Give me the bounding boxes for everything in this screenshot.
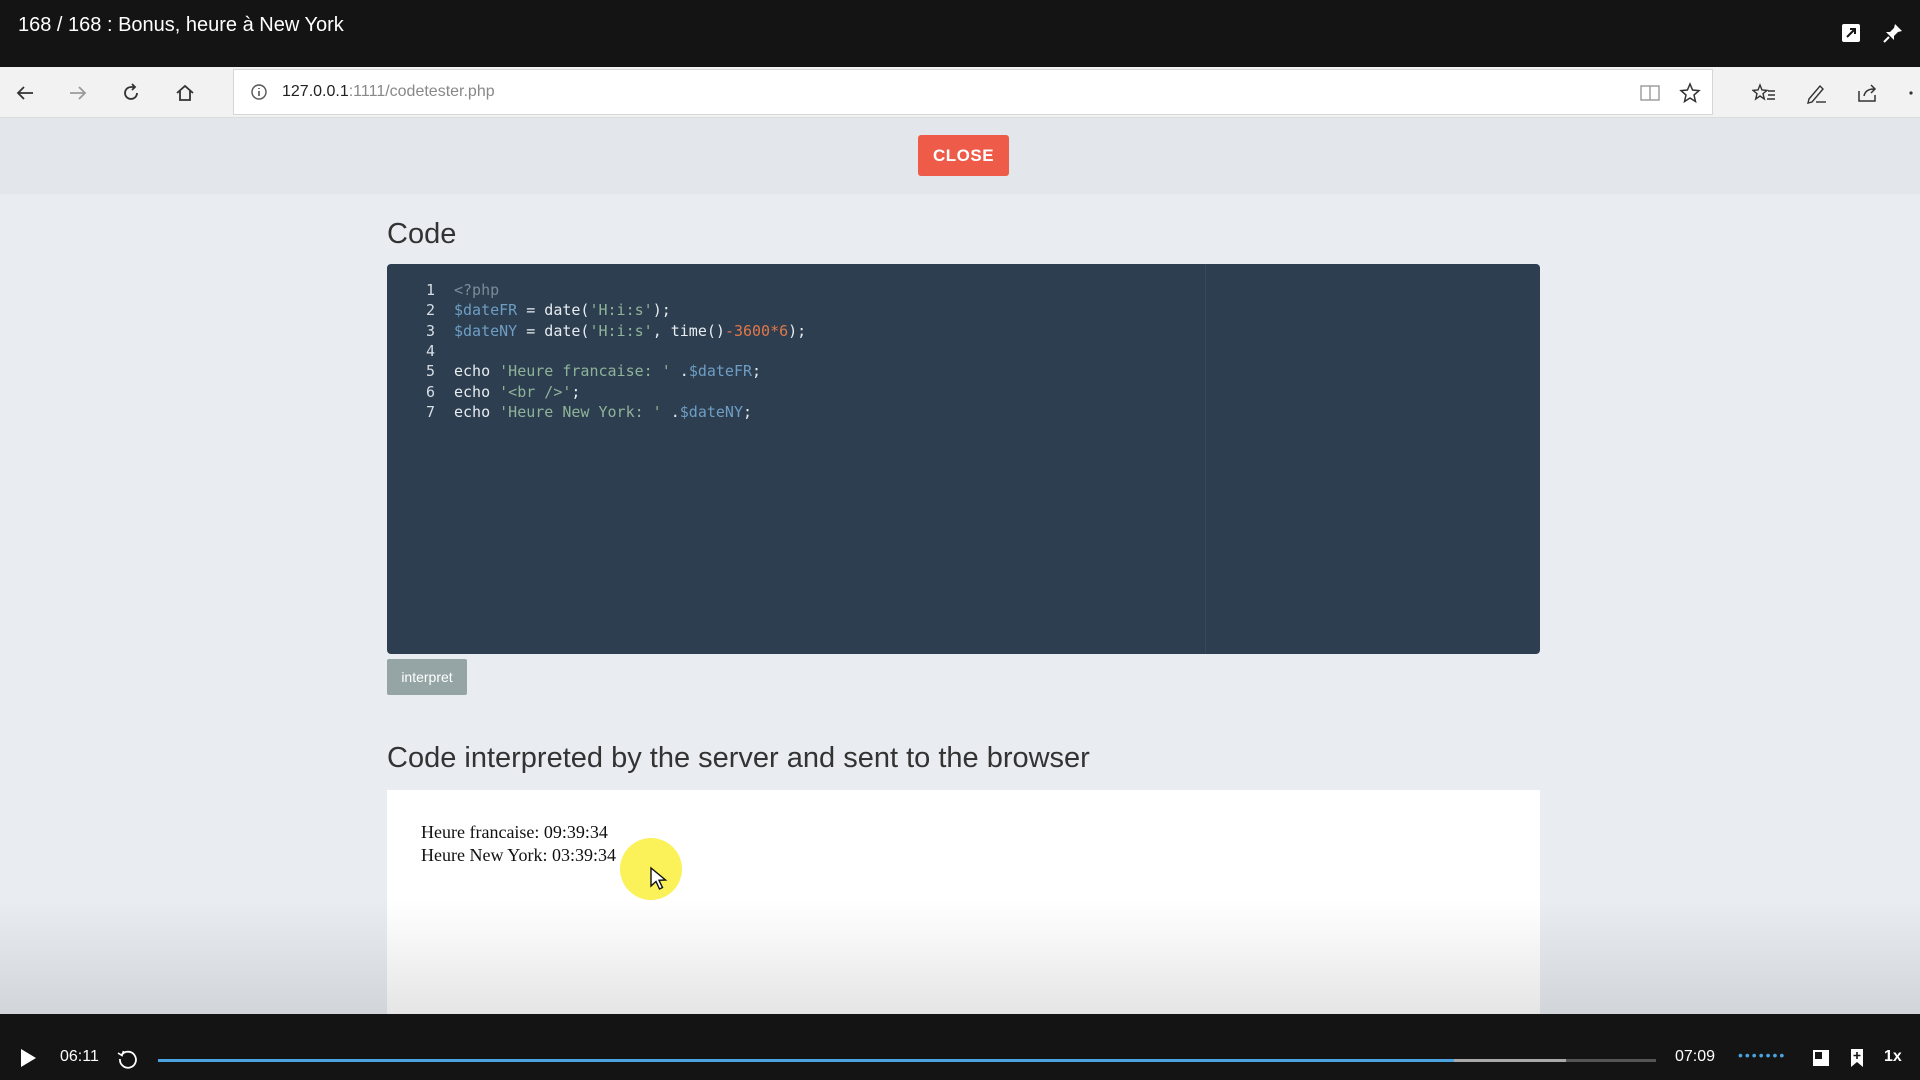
pen-icon[interactable]	[1802, 79, 1830, 107]
code-token: echo	[454, 402, 500, 421]
duration-time: 07:09	[1675, 1048, 1716, 1065]
code-token: 'Heure francaise: '	[499, 362, 671, 381]
code-line[interactable]: 5 echo 'Heure francaise: ' .$dateFR;	[387, 362, 1540, 382]
address-bar[interactable]: 127.0.0.1:1111/codetester.php	[233, 69, 1713, 115]
info-icon[interactable]	[250, 83, 268, 101]
code-token: $dateNY	[454, 321, 518, 340]
code-token: $dateFR	[454, 301, 518, 320]
line-number: 6	[425, 382, 435, 401]
progress-played	[158, 1059, 1454, 1062]
code-text: echo 'Heure New York: ' .$dateNY;	[454, 403, 752, 421]
popout-icon[interactable]	[1838, 20, 1864, 46]
pin-icon[interactable]	[1880, 20, 1906, 46]
favorites-hub-icon[interactable]	[1750, 79, 1778, 107]
code-line[interactable]: 3 $dateNY = date('H:i:s', time()-3600*6);	[387, 322, 1540, 342]
code-token: ;	[743, 402, 753, 421]
code-editor[interactable]: 1 <?php 2 $dateFR = date('H:i:s'); 3 $dateNY …	[387, 264, 1540, 654]
code-token: );	[788, 321, 807, 340]
code-token: ;	[752, 362, 762, 381]
share-icon[interactable]	[1854, 79, 1882, 107]
fullscreen-icon[interactable]	[1810, 1047, 1832, 1069]
code-text: <?php	[454, 281, 499, 299]
line-number: 3	[425, 321, 435, 340]
interpret-button[interactable]: interpret	[387, 659, 467, 695]
code-heading: Code	[387, 218, 457, 250]
code-token: = date(	[517, 321, 590, 340]
line-number: 2	[425, 301, 435, 320]
code-token: .	[670, 362, 689, 381]
code-text: echo '<br />';	[454, 383, 580, 401]
output-line-new-york-time: Heure New York: 03:39:34	[421, 845, 616, 865]
code-line[interactable]: 6 echo '<br />';	[387, 383, 1540, 403]
output-heading: Code interpreted by the server and sent …	[387, 742, 1090, 774]
bookmark-icon[interactable]	[1846, 1047, 1868, 1069]
code-text: $dateFR = date('H:i:s');	[454, 301, 671, 319]
code-line[interactable]: 4	[387, 342, 1540, 362]
favorite-star-icon[interactable]	[1678, 81, 1702, 105]
url-host: 127.0.0.1	[282, 83, 349, 100]
code-token: 'Heure New York: '	[499, 402, 662, 421]
line-number: 7	[425, 402, 435, 421]
line-number: 4	[425, 341, 435, 360]
code-token: echo	[454, 382, 500, 401]
code-token: '<br />'	[499, 382, 572, 401]
playback-speed[interactable]: 1x	[1884, 1048, 1902, 1066]
forward-arrow-icon[interactable]	[64, 79, 92, 107]
reading-view-icon[interactable]	[1638, 81, 1662, 105]
output-frame: Heure francaise: 09:39:34 Heure New York…	[387, 790, 1540, 1014]
close-strip: CLOSE	[0, 118, 1920, 194]
url-path: :1111/codetester.php	[348, 83, 495, 100]
code-token: $dateNY	[679, 402, 743, 421]
code-token: );	[652, 301, 671, 320]
video-controls: 06:11 07:09 ••••••• 1x	[0, 1014, 1920, 1080]
progress-bar[interactable]	[158, 1059, 1656, 1062]
video-title-bar: 168 / 168 : Bonus, heure à New York	[0, 0, 1920, 67]
code-token: 'H:i:s'	[589, 301, 653, 320]
mouse-cursor-icon	[649, 866, 669, 892]
current-time: 06:11	[60, 1048, 99, 1065]
code-text: echo 'Heure francaise: ' .$dateFR;	[454, 362, 761, 380]
output-line-french-time: Heure francaise: 09:39:34	[421, 822, 608, 842]
close-button[interactable]: CLOSE	[918, 135, 1009, 176]
play-icon[interactable]	[16, 1046, 40, 1070]
code-token: = date(	[517, 301, 590, 320]
code-token: $dateFR	[688, 362, 753, 381]
line-number: 1	[425, 281, 435, 299]
code-token: , time()	[652, 321, 725, 340]
code-token: <?php	[454, 281, 500, 299]
home-icon[interactable]	[171, 79, 199, 107]
code-text: $dateNY = date('H:i:s', time()-3600*6);	[454, 322, 806, 340]
code-line[interactable]: 7 echo 'Heure New York: ' .$dateNY;	[387, 403, 1540, 423]
code-token: -3600*6	[724, 321, 789, 340]
code-token: ;	[571, 382, 581, 401]
refresh-icon[interactable]	[117, 79, 145, 107]
code-token: echo	[454, 362, 500, 381]
url-text[interactable]: 127.0.0.1:1111/codetester.php	[282, 83, 495, 101]
code-token: 'H:i:s'	[589, 321, 653, 340]
code-token: .	[661, 402, 680, 421]
volume-indicator[interactable]: •••••••	[1738, 1047, 1786, 1063]
line-number: 5	[425, 362, 435, 381]
code-line[interactable]: 2 $dateFR = date('H:i:s');	[387, 301, 1540, 321]
video-title: 168 / 168 : Bonus, heure à New York	[18, 14, 344, 36]
replay-10-icon[interactable]	[115, 1046, 141, 1072]
code-line[interactable]: 1 <?php	[387, 281, 1540, 301]
more-icon[interactable]	[1898, 79, 1918, 107]
back-arrow-icon[interactable]	[11, 79, 39, 107]
browser-toolbar: 127.0.0.1:1111/codetester.php	[0, 67, 1920, 118]
